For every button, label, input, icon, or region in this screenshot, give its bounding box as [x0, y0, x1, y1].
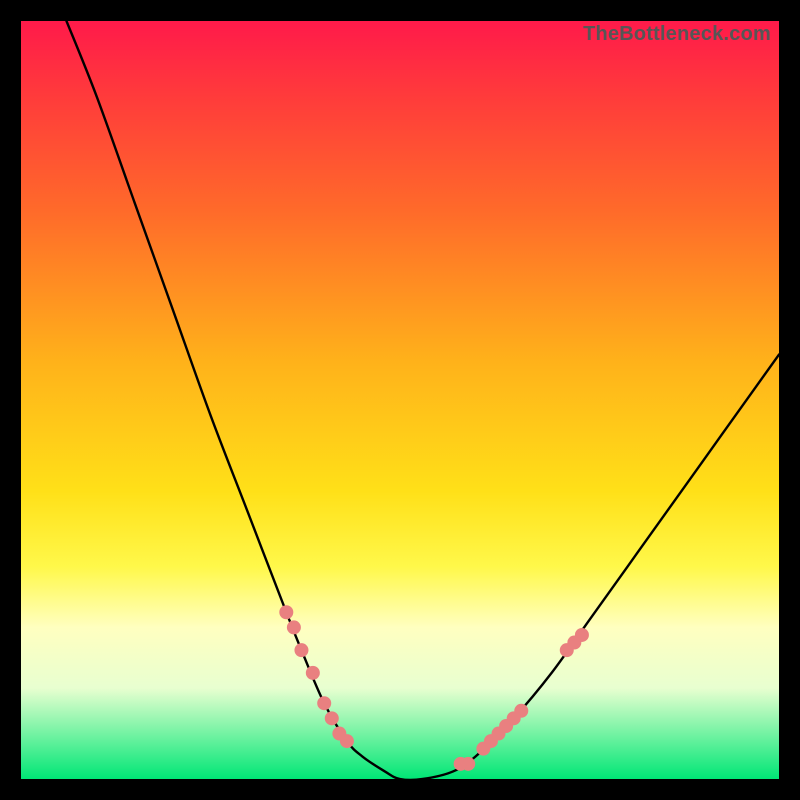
highlight-point	[287, 620, 301, 634]
bottleneck-curve	[66, 21, 779, 779]
highlight-point	[340, 734, 354, 748]
highlight-point	[279, 605, 293, 619]
highlight-point	[514, 704, 528, 718]
highlight-point	[461, 757, 475, 771]
highlight-point	[325, 711, 339, 725]
highlight-point	[575, 628, 589, 642]
chart-svg	[21, 21, 779, 779]
chart-frame: TheBottleneck.com	[0, 0, 800, 800]
highlight-point	[306, 666, 320, 680]
highlight-markers	[279, 605, 589, 771]
highlight-point	[317, 696, 331, 710]
highlight-point	[294, 643, 308, 657]
plot-area: TheBottleneck.com	[21, 21, 779, 779]
